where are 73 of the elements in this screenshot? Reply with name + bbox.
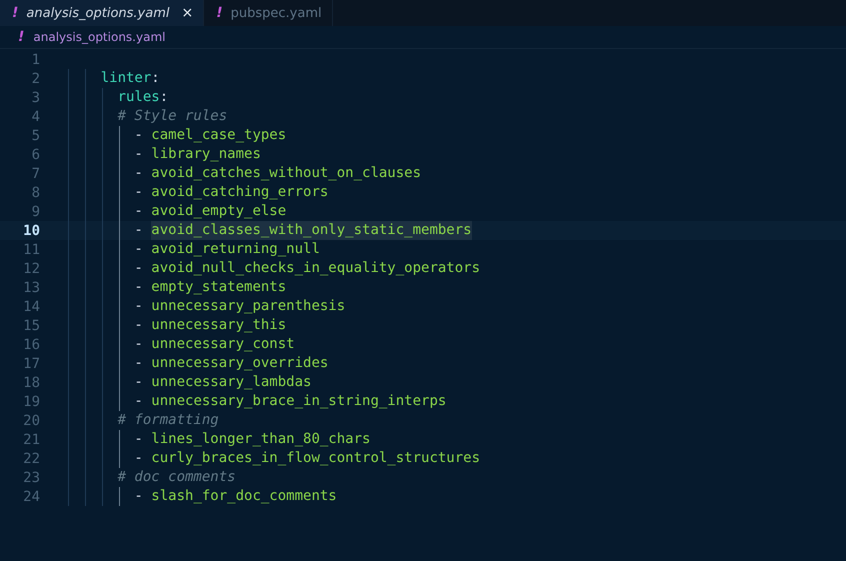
- list-dash: -: [133, 354, 144, 373]
- list-dash: -: [133, 126, 144, 145]
- code-value: camel_case_types: [151, 126, 286, 145]
- list-dash: -: [133, 297, 144, 316]
- tab-label: pubspec.yaml: [230, 6, 322, 20]
- list-dash: -: [133, 449, 144, 468]
- code-value: avoid_null_checks_in_equality_operators: [151, 259, 480, 278]
- line-number: 1: [30, 52, 40, 68]
- list-dash: -: [133, 164, 144, 183]
- list-dash: -: [133, 487, 144, 506]
- line-number: 4: [30, 108, 40, 124]
- code-value: empty_statements: [151, 278, 286, 297]
- list-dash: -: [133, 316, 144, 335]
- warning-icon: !: [12, 5, 18, 21]
- list-dash: -: [133, 373, 144, 392]
- code-value: unnecessary_overrides: [151, 354, 328, 373]
- line-number: 9: [30, 204, 40, 220]
- list-dash: -: [133, 335, 144, 354]
- line-number: 12: [22, 260, 40, 276]
- code-comment: # Style rules: [116, 107, 228, 126]
- line-number: 7: [30, 166, 40, 182]
- line-number: 5: [30, 128, 40, 144]
- code-value: avoid_classes_with_only_static_members: [151, 221, 472, 240]
- line-number: 10: [22, 222, 40, 238]
- line-number: 18: [22, 374, 40, 390]
- code-comment: # doc comments: [116, 468, 236, 487]
- line-number: 2: [30, 70, 40, 86]
- list-dash: -: [133, 240, 144, 259]
- code-value: unnecessary_lambdas: [151, 373, 312, 392]
- list-dash: -: [133, 183, 144, 202]
- tab-label: analysis_options.yaml: [26, 6, 170, 20]
- line-number: 24: [22, 488, 40, 504]
- code-value: slash_for_doc_comments: [151, 487, 337, 506]
- code-value: avoid_empty_else: [151, 202, 286, 221]
- code-value: unnecessary_brace_in_string_interps: [151, 392, 446, 411]
- code-value: curly_braces_in_flow_control_structures: [151, 449, 480, 468]
- list-dash: -: [133, 278, 144, 297]
- line-number: 19: [22, 394, 40, 410]
- code-line: rules:: [116, 88, 168, 107]
- line-number: 3: [30, 90, 40, 106]
- line-number: 22: [22, 450, 40, 466]
- line-number: 11: [22, 242, 40, 258]
- list-dash: -: [133, 221, 144, 240]
- code-value: lines_longer_than_80_chars: [151, 430, 370, 449]
- warning-icon: !: [18, 29, 24, 45]
- line-number: 6: [30, 146, 40, 162]
- breadcrumb-item[interactable]: analysis_options.yaml: [33, 30, 166, 44]
- line-number: 16: [22, 336, 40, 352]
- list-dash: -: [133, 259, 144, 278]
- code-value: unnecessary_this: [151, 316, 286, 335]
- line-number: 23: [22, 470, 40, 486]
- code-comment: # formatting: [116, 411, 219, 430]
- code-value: avoid_catching_errors: [151, 183, 328, 202]
- line-number: 8: [30, 184, 40, 200]
- warning-icon: !: [216, 5, 223, 21]
- list-dash: -: [133, 145, 144, 164]
- line-number: 13: [22, 280, 40, 296]
- list-dash: -: [133, 392, 144, 411]
- code-value: library_names: [151, 145, 261, 164]
- list-dash: -: [133, 430, 144, 449]
- code-value: avoid_catches_without_on_clauses: [151, 164, 422, 183]
- code-value: unnecessary_parenthesis: [151, 297, 346, 316]
- line-number: 20: [22, 412, 40, 428]
- code-value: unnecessary_const: [151, 335, 295, 354]
- line-number: 14: [22, 298, 40, 314]
- list-dash: -: [133, 202, 144, 221]
- line-number: 15: [22, 318, 40, 334]
- editor-tab[interactable]: ! analysis_options.yaml ×: [0, 0, 204, 26]
- code-line: linter:: [100, 69, 160, 88]
- line-number: 21: [22, 432, 40, 448]
- line-number: 17: [22, 356, 40, 372]
- code-value: avoid_returning_null: [151, 240, 320, 259]
- close-icon[interactable]: ×: [181, 5, 194, 21]
